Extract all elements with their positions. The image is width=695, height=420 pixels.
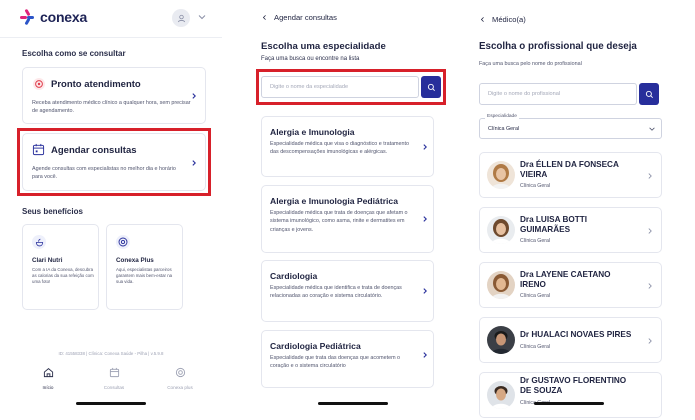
specialty-select-label: Especialidade xyxy=(485,114,519,119)
doctor-item[interactable]: Dra LAYENE CAETANO IRENO Clínica Geral xyxy=(479,262,662,308)
logo-text: conexa xyxy=(40,9,88,25)
doctor-name: Dra LAYENE CAETANO IRENO xyxy=(520,270,611,289)
doctor-photo xyxy=(487,216,515,244)
doctor-specialty: Clínica Geral xyxy=(520,344,550,350)
doctor-name: Dra ÉLLEN DA FONSECA VIEIRA xyxy=(520,160,619,179)
chevron-right-icon xyxy=(423,352,427,358)
doctor-photo xyxy=(487,381,515,409)
plus-target-icon xyxy=(118,237,128,247)
specialty-item[interactable]: Cardiologia Especialidade médica que ide… xyxy=(261,260,434,322)
doctor-item[interactable]: Dra ÉLLEN DA FONSECA VIEIRA Clínica Gera… xyxy=(479,152,662,198)
chevron-left-icon xyxy=(480,17,484,22)
option-pronto-atendimento[interactable]: Pronto atendimento Receba atendimento mé… xyxy=(22,67,206,124)
chevron-right-icon xyxy=(648,228,652,234)
doctor-specialty: Clínica Geral xyxy=(520,183,550,189)
specialty-item[interactable]: Alergia e Imunologia Pediátrica Especial… xyxy=(261,185,434,253)
benefits-section-title: Seus benefícios xyxy=(22,207,83,216)
doctor-name: Dr HUALACI NOVAES PIRES xyxy=(520,330,632,339)
specialty-title: Alergia e Imunologia Pediátrica xyxy=(270,196,398,206)
doctor-item[interactable]: Dr GUSTAVO FLORENTINO DE SOUZA Clínica G… xyxy=(479,372,662,418)
chevron-right-icon xyxy=(648,283,652,289)
specialty-heading: Escolha uma especialidade xyxy=(261,41,386,52)
specialty-screen: Agendar consultas Escolha uma especialid… xyxy=(236,0,456,420)
chevron-down-icon[interactable] xyxy=(197,12,207,22)
bottom-navigation: Início Consultas Conexa plus xyxy=(0,362,222,398)
benefit-description: Com a IA da Conexa, descubra as calorias… xyxy=(32,267,94,284)
option-description: Receba atendimento médico clínico a qual… xyxy=(32,100,191,114)
benefit-description: Aqui, especialistas parceiros garantem m… xyxy=(116,267,173,284)
chevron-right-icon xyxy=(648,338,652,344)
screen-title: Médico(a) xyxy=(492,15,526,24)
plus-target-icon xyxy=(175,367,185,378)
highlight-box xyxy=(17,128,211,196)
chevron-right-icon xyxy=(192,93,196,99)
doctor-photo xyxy=(487,271,515,299)
nav-label: Conexa plus xyxy=(167,385,193,390)
nav-item-consultas[interactable]: Consultas xyxy=(84,365,144,390)
specialty-title: Cardiologia Pediátrica xyxy=(270,341,361,351)
calendar-icon xyxy=(109,367,119,378)
choose-section-title: Escolha como se consultar xyxy=(22,49,126,58)
specialty-title: Cardiologia xyxy=(270,271,318,281)
doctor-screen: Médico(a) Escolha o profissional que des… xyxy=(469,0,695,420)
home-icon xyxy=(43,368,53,378)
doctor-name: Dr GUSTAVO FLORENTINO DE SOUZA xyxy=(520,376,627,395)
specialty-description: Especialidade que trata das doenças que … xyxy=(270,355,401,370)
nav-label: Consultas xyxy=(103,385,125,390)
profile-avatar-button[interactable] xyxy=(172,9,190,27)
specialty-description: Especialidade médica que identifica e tr… xyxy=(270,285,402,300)
doctor-specialty: Clínica Geral xyxy=(520,238,550,244)
back-navigation[interactable]: Médico(a) xyxy=(479,15,526,24)
app-version-info: ID: 41558338 | Clínica: Conexa Saúde - P… xyxy=(58,351,164,356)
specialty-description: Especialidade médica que trata de doença… xyxy=(270,210,408,233)
doctor-specialty: Clínica Geral xyxy=(520,293,550,299)
home-indicator xyxy=(318,402,388,405)
nutrition-icon xyxy=(35,238,43,246)
chevron-right-icon xyxy=(648,173,652,179)
specialty-select[interactable]: Clínica Geral xyxy=(479,118,662,139)
screen-title: Agendar consultas xyxy=(274,13,337,22)
app-header: conexa xyxy=(0,0,222,38)
highlight-box xyxy=(256,69,446,105)
chevron-right-icon xyxy=(423,144,427,150)
back-navigation[interactable]: Agendar consultas xyxy=(261,13,337,22)
specialty-item[interactable]: Cardiologia Pediátrica Especialidade que… xyxy=(261,330,434,388)
user-icon xyxy=(177,14,185,22)
conexa-logo: conexa xyxy=(20,8,88,26)
doctor-item[interactable]: Dra LUISA BOTTI GUIMARÃES Clínica Geral xyxy=(479,207,662,253)
chevron-right-icon xyxy=(423,288,427,294)
specialty-select-value: Clínica Geral xyxy=(488,126,520,132)
specialty-subheading: Faça uma busca ou encontre na lista xyxy=(261,56,360,62)
nav-label: Início xyxy=(42,385,54,390)
specialty-title: Alergia e Imunologia xyxy=(270,127,355,137)
doctor-name: Dra LUISA BOTTI GUIMARÃES xyxy=(520,215,588,234)
doctor-subheading: Faça uma busca pelo nome do profissional xyxy=(479,61,582,67)
nav-item-conexa-plus[interactable]: Conexa plus xyxy=(150,365,210,390)
doctor-photo xyxy=(487,326,515,354)
chevron-left-icon xyxy=(262,15,266,20)
conexa-logo-icon xyxy=(20,8,36,26)
chevron-right-icon xyxy=(423,216,427,222)
doctor-photo xyxy=(487,161,515,189)
doctor-search-field[interactable] xyxy=(479,83,637,105)
pulse-target-icon xyxy=(33,78,45,90)
doctor-search-button[interactable] xyxy=(639,83,659,105)
specialty-description: Especialidade médica que visa o diagnóst… xyxy=(270,141,410,156)
nav-item-inicio[interactable]: Início xyxy=(18,365,78,390)
benefit-title: Conexa Plus xyxy=(116,257,154,264)
home-indicator xyxy=(534,402,604,405)
search-icon xyxy=(645,90,653,98)
doctor-search-input[interactable] xyxy=(480,84,636,104)
benefit-clari-nutri[interactable]: Clari Nutri Com a IA da Conexa, descubra… xyxy=(22,224,99,310)
home-indicator xyxy=(76,402,146,405)
doctor-item[interactable]: Dr HUALACI NOVAES PIRES Clínica Geral xyxy=(479,317,662,363)
benefit-title: Clari Nutri xyxy=(32,257,63,264)
doctor-heading: Escolha o profissional que deseja xyxy=(479,41,637,52)
specialty-item[interactable]: Alergia e Imunologia Especialidade médic… xyxy=(261,116,434,177)
chevron-down-icon xyxy=(649,127,655,131)
home-screen: conexa Escolha como se consultar Pronto … xyxy=(0,0,222,420)
benefit-conexa-plus[interactable]: Conexa Plus Aqui, especialistas parceiro… xyxy=(106,224,183,310)
option-title: Pronto atendimento xyxy=(51,79,141,90)
